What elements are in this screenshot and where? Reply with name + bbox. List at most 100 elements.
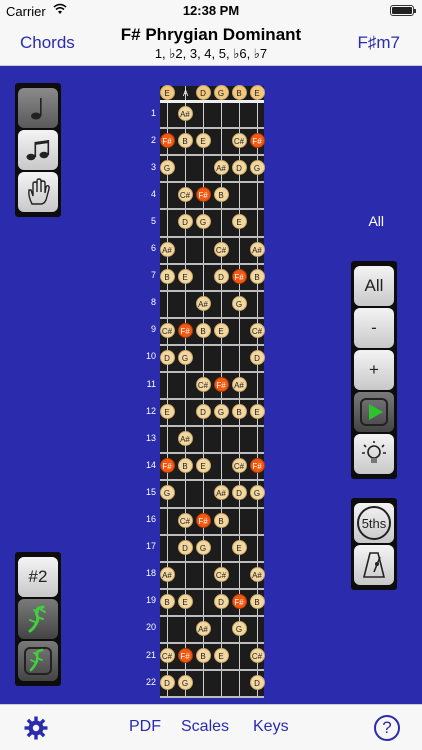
scale-note-marker[interactable]: B	[195, 648, 211, 664]
scale-note-marker[interactable]: B	[159, 593, 175, 609]
root-note-marker[interactable]: F#	[231, 268, 247, 284]
scale-note-marker[interactable]: E	[213, 648, 229, 664]
plus-button[interactable]: +	[354, 350, 394, 390]
scale-note-marker[interactable]: A#	[177, 431, 193, 447]
scale-note-marker[interactable]: A#	[249, 566, 265, 582]
scale-note-marker[interactable]: D	[195, 404, 211, 420]
root-note-marker[interactable]: F#	[177, 322, 193, 338]
lizard-button[interactable]	[18, 599, 58, 639]
scale-note-marker[interactable]: D	[249, 675, 265, 691]
scale-note-marker[interactable]: D	[231, 485, 247, 501]
scale-note-marker[interactable]: E	[195, 458, 211, 474]
keys-tab[interactable]: Keys	[253, 718, 289, 736]
scale-note-marker[interactable]: G	[159, 485, 175, 501]
scale-note-marker[interactable]: G	[249, 485, 265, 501]
metronome-button[interactable]	[354, 545, 394, 585]
scale-note-marker[interactable]: A#	[159, 566, 175, 582]
scale-note-marker[interactable]: D	[213, 593, 229, 609]
scale-note-marker[interactable]: C#	[177, 512, 193, 528]
scale-note-marker[interactable]: D	[177, 539, 193, 555]
scale-note-marker[interactable]: C#	[249, 648, 265, 664]
scale-note-marker[interactable]: G	[177, 675, 193, 691]
scale-note-marker[interactable]: G	[195, 539, 211, 555]
scale-note-marker[interactable]: G	[177, 349, 193, 365]
scale-note-marker[interactable]: A#	[195, 620, 211, 636]
scale-note-marker[interactable]: B	[177, 133, 193, 149]
scale-note-marker[interactable]: G	[213, 84, 229, 100]
sharp-two-button[interactable]: #2	[18, 557, 58, 597]
scale-note-marker[interactable]: G	[159, 160, 175, 176]
scale-note-marker[interactable]: B	[231, 404, 247, 420]
scale-note-marker[interactable]: C#	[231, 458, 247, 474]
scale-note-marker[interactable]: E	[249, 84, 265, 100]
scale-note-marker[interactable]: A#	[177, 106, 193, 122]
root-note-marker[interactable]: F#	[159, 133, 175, 149]
scale-note-marker[interactable]: D	[159, 349, 175, 365]
fifths-button[interactable]: 5ths	[354, 503, 394, 543]
scale-note-marker[interactable]: A#	[195, 295, 211, 311]
chord-button[interactable]: F♯m7	[358, 33, 401, 53]
play-loop-button[interactable]	[354, 392, 394, 432]
single-note-button[interactable]	[18, 88, 58, 128]
scale-note-marker[interactable]: D	[213, 268, 229, 284]
root-note-marker[interactable]: F#	[177, 648, 193, 664]
scale-note-marker[interactable]: B	[213, 512, 229, 528]
root-note-marker[interactable]: F#	[231, 593, 247, 609]
double-note-button[interactable]	[18, 130, 58, 170]
scale-note-marker[interactable]: C#	[177, 187, 193, 203]
scale-note-marker[interactable]: E	[177, 593, 193, 609]
scale-note-marker[interactable]: D	[195, 84, 211, 100]
scale-note-marker[interactable]: B	[195, 322, 211, 338]
scale-note-marker[interactable]: E	[213, 322, 229, 338]
scale-note-marker[interactable]: C#	[249, 322, 265, 338]
scale-note-marker[interactable]: D	[231, 160, 247, 176]
scale-note-marker[interactable]: E	[249, 404, 265, 420]
scale-note-marker[interactable]: D	[159, 675, 175, 691]
root-note-marker[interactable]: F#	[195, 512, 211, 528]
scale-note-marker[interactable]: A#	[213, 485, 229, 501]
lizard-loop-button[interactable]	[18, 641, 58, 681]
scale-note-marker[interactable]: G	[213, 404, 229, 420]
scale-note-marker[interactable]: E	[195, 133, 211, 149]
scale-note-marker[interactable]: A#	[231, 377, 247, 393]
scale-note-marker[interactable]: D	[249, 349, 265, 365]
pdf-tab[interactable]: PDF	[129, 718, 161, 736]
light-button[interactable]	[354, 434, 394, 474]
scale-note-marker[interactable]: C#	[159, 648, 175, 664]
scale-note-marker[interactable]: C#	[213, 241, 229, 257]
minus-button[interactable]: -	[354, 308, 394, 348]
scale-note-marker[interactable]: B	[249, 268, 265, 284]
scale-note-marker[interactable]: G	[231, 295, 247, 311]
scale-note-marker[interactable]: C#	[195, 377, 211, 393]
all-button[interactable]: All	[354, 266, 394, 306]
scale-note-marker[interactable]: B	[159, 268, 175, 284]
scale-note-marker[interactable]: A#	[249, 241, 265, 257]
scale-note-marker[interactable]: C#	[231, 133, 247, 149]
scale-note-marker[interactable]: E	[159, 84, 175, 100]
scale-note-marker[interactable]: B	[249, 593, 265, 609]
scale-note-marker[interactable]: G	[195, 214, 211, 230]
fretboard[interactable]: A E D G B E A# F# B E C# F# G A# D G C# F# B D G E A# C# A# B E D F#…	[159, 84, 265, 699]
hand-button[interactable]	[18, 172, 58, 212]
gear-icon[interactable]	[24, 716, 48, 740]
root-note-marker[interactable]: F#	[159, 458, 175, 474]
scale-note-marker[interactable]: E	[159, 404, 175, 420]
root-note-marker[interactable]: F#	[195, 187, 211, 203]
scale-note-marker[interactable]: E	[231, 539, 247, 555]
root-note-marker[interactable]: F#	[249, 133, 265, 149]
scale-note-marker[interactable]: B	[213, 187, 229, 203]
scale-note-marker[interactable]: B	[177, 458, 193, 474]
scale-note-marker[interactable]: A#	[159, 241, 175, 257]
scale-note-marker[interactable]: B	[231, 84, 247, 100]
scale-note-marker[interactable]: C#	[159, 322, 175, 338]
help-button[interactable]: ?	[374, 715, 400, 741]
root-note-marker[interactable]: F#	[213, 377, 229, 393]
scale-note-marker[interactable]: C#	[213, 566, 229, 582]
scale-note-marker[interactable]: D	[177, 214, 193, 230]
scale-note-marker[interactable]: G	[249, 160, 265, 176]
scale-note-marker[interactable]: A#	[213, 160, 229, 176]
scale-note-marker[interactable]: G	[231, 620, 247, 636]
scales-tab[interactable]: Scales	[181, 718, 229, 736]
scale-note-marker[interactable]: E	[177, 268, 193, 284]
root-note-marker[interactable]: F#	[249, 458, 265, 474]
